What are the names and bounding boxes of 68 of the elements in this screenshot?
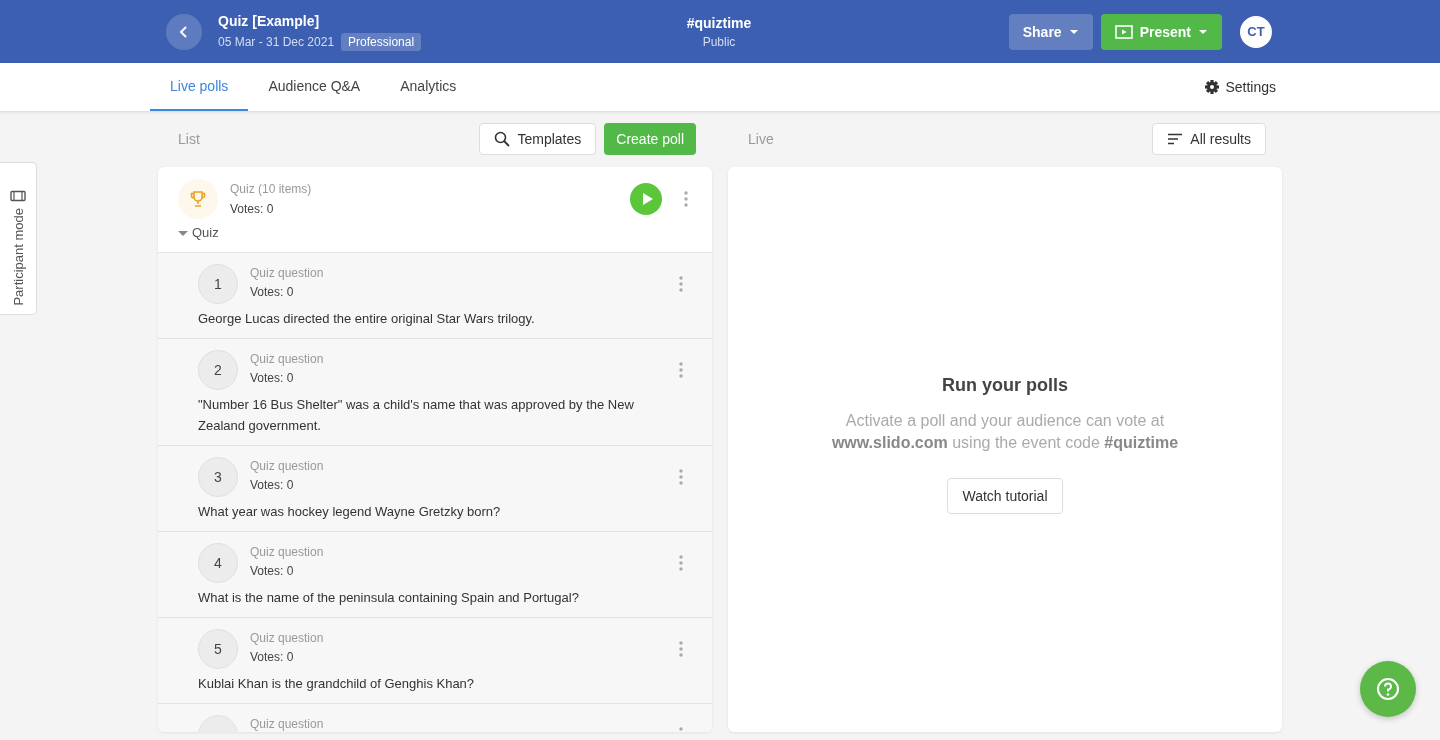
play-button[interactable] <box>630 183 662 215</box>
kebab-menu-icon[interactable] <box>679 276 683 292</box>
caret-icon <box>1068 28 1079 35</box>
question-number: 2 <box>198 350 238 390</box>
live-heading: Live <box>748 131 774 147</box>
question-text: What is the name of the peninsula containing Spain and Portugal? <box>198 589 580 607</box>
question-type: Quiz question <box>250 459 325 473</box>
templates-button[interactable]: Templates <box>479 123 597 155</box>
question-number: 1 <box>198 264 238 304</box>
list-icon <box>1167 133 1184 145</box>
question-type: Quiz question <box>250 266 325 280</box>
watch-tutorial-button[interactable]: Watch tutorial <box>947 478 1063 514</box>
empty-state-title: Run your polls <box>942 375 1068 396</box>
vote-count: Votes: 0 <box>250 564 295 578</box>
question-type: Quiz question <box>250 631 325 645</box>
all-results-button[interactable]: All results <box>1152 123 1266 155</box>
question-number: 4 <box>198 543 238 583</box>
vote-count: Votes: 0 <box>250 650 295 664</box>
kebab-menu-icon[interactable] <box>679 641 683 657</box>
vote-count: Votes: 0 <box>250 285 295 299</box>
section-toggle[interactable]: Quiz <box>178 225 219 240</box>
question-item[interactable]: 4 Quiz question Votes: 0 What is the name of the peninsula containing Spain and Portugal? <box>158 532 712 618</box>
question-item[interactable]: 2 Quiz question Votes: 0 "Number 16 Bus Shelter" was a child's name that was approved by the New Zealand government. <box>158 339 712 446</box>
settings-button[interactable]: Settings <box>1199 63 1282 111</box>
question-text: Kublai Khan is the grandchild of Genghis Khan? <box>198 675 476 693</box>
tab[interactable]: Audience Q&A <box>248 63 381 111</box>
event-visibility: Public <box>701 34 737 49</box>
question-text: George Lucas directed the entire original Star Wars trilogy. <box>198 310 536 328</box>
event-title: Quiz [Example] <box>218 12 321 29</box>
empty-state-message: Activate a poll and your audience can vote at www.slido.com using the event code #quiztime <box>830 411 1180 453</box>
help-button[interactable] <box>1360 661 1416 717</box>
back-button[interactable] <box>166 13 202 50</box>
poll-group-title: Quiz (10 items) <box>230 182 313 196</box>
settings-icon <box>1205 80 1220 94</box>
plan-badge: Professional <box>341 32 422 51</box>
question-number: 5 <box>198 629 238 669</box>
question-item[interactable]: 1 Quiz question Votes: 0 George Lucas directed the entire original Star Wars trilogy. <box>158 253 712 339</box>
caret-icon <box>1198 28 1208 35</box>
play-icon <box>641 192 654 206</box>
trophy-icon <box>189 190 207 208</box>
user-avatar[interactable]: CT <box>1240 15 1272 48</box>
question-type: Quiz question <box>250 545 325 559</box>
question-type: Quiz question <box>250 717 325 731</box>
device-icon <box>10 190 26 203</box>
question-text: What year was hockey legend Wayne Gretzky born? <box>198 503 502 521</box>
vote-count: Votes: 0 <box>250 371 295 385</box>
chevron-left-icon <box>179 24 189 39</box>
question-icon <box>1376 677 1400 701</box>
kebab-menu-icon[interactable] <box>679 469 683 485</box>
kebab-menu-icon[interactable] <box>684 191 688 207</box>
search-icon <box>494 131 511 147</box>
question-type: Quiz question <box>250 352 325 366</box>
kebab-menu-icon[interactable] <box>679 362 683 378</box>
question-text: "Number 16 Bus Shelter" was a child's name that was approved by the New Zealand government. <box>198 396 635 435</box>
tab[interactable]: Live polls <box>150 63 249 111</box>
event-dates: 05 Mar - 31 Dec 2021 <box>218 34 335 49</box>
vote-count: Votes: 0 <box>250 478 295 492</box>
question-item[interactable]: 5 Quiz question Votes: 0 Kublai Khan is the grandchild of Genghis Khan? <box>158 618 712 704</box>
participant-mode-tab[interactable]: Participant mode <box>0 162 37 315</box>
question-number: 3 <box>198 457 238 497</box>
vote-count: Votes: 0 <box>230 202 275 216</box>
event-code: #quiztime <box>686 14 752 31</box>
share-button[interactable]: Share <box>1008 13 1093 50</box>
list-heading: List <box>178 131 200 147</box>
question-item[interactable]: 3 Quiz question Votes: 0 What year was hockey legend Wayne Gretzky born? <box>158 446 712 532</box>
tab[interactable]: Analytics <box>380 63 477 111</box>
kebab-menu-icon[interactable] <box>679 555 683 571</box>
screen-play-icon <box>1114 24 1133 39</box>
